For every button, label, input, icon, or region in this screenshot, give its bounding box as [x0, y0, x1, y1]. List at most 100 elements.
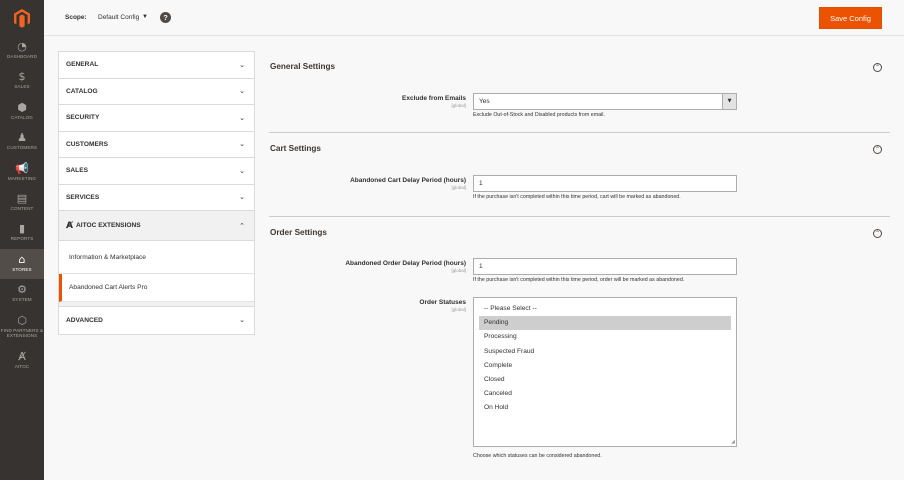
- status-option[interactable]: -- Please Select --: [479, 302, 731, 316]
- person-icon: ♟: [17, 131, 27, 145]
- gear-icon: ⚙: [17, 283, 27, 297]
- nav-item-sales[interactable]: $ SALES: [0, 66, 44, 96]
- nav-item-label: MARKETING: [7, 175, 37, 181]
- nav-item-content[interactable]: ▤ CONTENT: [0, 188, 44, 218]
- admin-sidebar: ◔ DASHBOARD $ SALES ⬢ CATALOG ♟ CUSTOMERS 📢 MARKE…: [0, 0, 44, 480]
- nav-item-marketing[interactable]: 📢 MARKETING: [0, 158, 44, 188]
- nav-item-stores[interactable]: ⌂ STORES: [0, 248, 44, 280]
- scope-hint: [global]: [451, 307, 466, 312]
- status-option[interactable]: Processing: [479, 330, 731, 344]
- collapse-up-icon[interactable]: ⌃: [873, 229, 882, 238]
- tab-security[interactable]: SECURITY ⌄: [59, 105, 254, 132]
- tab-advanced[interactable]: ADVANCED ⌄: [59, 307, 254, 334]
- tab-aitoc-extensions[interactable]: Ⱥ AITOC EXTENSIONS ⌃: [59, 211, 254, 241]
- nav-item-label: CATALOG: [11, 114, 33, 120]
- dashboard-icon: ◔: [17, 40, 27, 53]
- chevron-down-icon: ⌄: [239, 140, 245, 149]
- config-tabs: GENERAL ⌄ CATALOG ⌄ SECURITY ⌄ CUSTOMERS…: [58, 51, 255, 335]
- nav-item-label: STORES: [12, 266, 32, 272]
- resize-grip-icon[interactable]: ◢: [731, 439, 735, 445]
- megaphone-icon: 📢: [15, 161, 29, 175]
- aitoc-logo-icon: Ⱥ: [66, 220, 73, 231]
- order-settings-header[interactable]: Order Settings ⌃: [269, 217, 890, 249]
- cart-delay-input[interactable]: 1: [473, 175, 737, 192]
- status-option[interactable]: On Hold: [479, 401, 731, 415]
- field-note: Choose which statuses can be considered …: [473, 453, 602, 459]
- tab-item-abandoned-cart-alerts-pro[interactable]: Abandoned Cart Alerts Pro: [59, 274, 254, 302]
- chevron-down-icon: ⌄: [239, 87, 245, 96]
- collapse-up-icon[interactable]: ⌃: [873, 145, 882, 154]
- exclude-emails-select[interactable]: Yes ▼: [473, 93, 737, 110]
- cart-settings-header[interactable]: Cart Settings ⌃: [269, 133, 890, 165]
- nav-item-label: REPORTS: [10, 236, 34, 242]
- order-settings-section: Order Settings ⌃ Abandoned Order Delay P…: [269, 217, 890, 477]
- select-arrow-icon: ▼: [722, 94, 736, 109]
- tab-security-label: SECURITY: [66, 114, 100, 122]
- status-option[interactable]: Canceled: [479, 387, 731, 401]
- tab-general[interactable]: GENERAL ⌄: [59, 52, 254, 79]
- tab-item-information-marketplace[interactable]: Information & Marketplace: [59, 241, 254, 274]
- cart-settings-section: Cart Settings ⌃ Abandoned Cart Delay Per…: [269, 133, 890, 217]
- tab-customers[interactable]: CUSTOMERS ⌄: [59, 132, 254, 158]
- nav-item-reports[interactable]: ▮ REPORTS: [0, 218, 44, 248]
- config-main: General Settings ⌃ Exclude from Emails […: [269, 51, 890, 477]
- order-delay-input[interactable]: 1: [473, 258, 737, 275]
- magento-logo[interactable]: [0, 0, 44, 36]
- save-config-button[interactable]: Save Config: [819, 7, 882, 29]
- status-options: -- Please Select -- Pending Processing Susp…: [479, 302, 731, 416]
- chevron-down-icon: ⌄: [239, 60, 245, 69]
- nav-item-label: DASHBOARD: [7, 54, 37, 59]
- caret-down-icon[interactable]: ▼: [142, 14, 148, 20]
- partners-icon: ⬡: [17, 313, 27, 327]
- collapse-up-icon[interactable]: ⌃: [873, 63, 882, 72]
- tab-services[interactable]: SERVICES ⌄: [59, 185, 254, 211]
- scope-label: Scope:: [65, 14, 87, 21]
- nav-item-label: CONTENT: [10, 205, 34, 211]
- scope-hint: [global]: [451, 103, 466, 108]
- status-option[interactable]: Complete: [479, 359, 731, 373]
- scope-switcher[interactable]: Default Config: [98, 14, 139, 21]
- nav-item-dashboard[interactable]: ◔ DASHBOARD: [0, 36, 44, 66]
- bar-chart-icon: ▮: [18, 222, 26, 236]
- tab-catalog[interactable]: CATALOG ⌄: [59, 79, 254, 105]
- general-settings-header[interactable]: General Settings ⌃: [269, 51, 890, 83]
- chevron-down-icon: ⌄: [239, 113, 245, 122]
- store-icon: ⌂: [18, 252, 26, 266]
- scope-hint: [global]: [451, 185, 466, 190]
- tab-aitoc-label: AITOC EXTENSIONS: [75, 222, 141, 229]
- nav-item-label: FIND PARTNERS & EXTENSIONS: [0, 327, 44, 338]
- nav-item-system[interactable]: ⚙ SYSTEM: [0, 279, 44, 309]
- chevron-up-icon: ⌃: [239, 221, 245, 230]
- page-header: Scope: Default Config ▼ ? Save Config: [44, 0, 904, 36]
- exclude-emails-label: Exclude from Emails: [402, 95, 466, 102]
- status-option[interactable]: Pending: [479, 316, 731, 331]
- status-option[interactable]: Closed: [479, 373, 731, 387]
- field-note: Exclude Out-of-Stock and Disabled produc…: [473, 112, 605, 118]
- tab-advanced-label: ADVANCED: [66, 316, 103, 324]
- nav-item-label: SALES: [14, 84, 30, 90]
- scope-hint: [global]: [451, 268, 466, 273]
- tab-catalog-label: CATALOG: [66, 87, 98, 95]
- admin-nav-list: ◔ DASHBOARD $ SALES ⬢ CATALOG ♟ CUSTOMERS 📢 MARKE…: [0, 36, 44, 376]
- tab-aitoc-title: Ⱥ AITOC EXTENSIONS: [66, 221, 141, 231]
- section-title: Cart Settings: [270, 144, 321, 153]
- nav-item-customers[interactable]: ♟ CUSTOMERS: [0, 127, 44, 157]
- status-option[interactable]: Suspected Fraud: [479, 345, 731, 359]
- chevron-down-icon: ⌄: [239, 166, 245, 175]
- nav-item-aitoc[interactable]: Ⱥ AITOC: [0, 346, 44, 376]
- nav-item-catalog[interactable]: ⬢ CATALOG: [0, 97, 44, 127]
- aitoc-icon: Ⱥ: [18, 349, 26, 363]
- help-icon[interactable]: ?: [160, 12, 171, 23]
- chevron-down-icon: ⌄: [239, 316, 245, 325]
- order-statuses-multiselect[interactable]: -- Please Select -- Pending Processing Susp…: [473, 297, 737, 447]
- nav-item-find-partners-extensions[interactable]: ⬡ FIND PARTNERS & EXTENSIONS: [0, 310, 44, 346]
- tab-sales[interactable]: SALES ⌄: [59, 158, 254, 185]
- nav-item-label: SYSTEM: [12, 297, 32, 303]
- field-note: If the purchase isn't completed within t…: [473, 277, 685, 283]
- dollar-icon: $: [18, 70, 26, 84]
- box-icon: ⬢: [17, 100, 27, 114]
- cart-delay-label: Abandoned Cart Delay Period (hours): [350, 177, 466, 184]
- field-note: If the purchase isn't completed within t…: [473, 194, 681, 200]
- order-statuses-label: Order Statuses: [419, 299, 466, 306]
- chevron-down-icon: ⌄: [239, 193, 245, 202]
